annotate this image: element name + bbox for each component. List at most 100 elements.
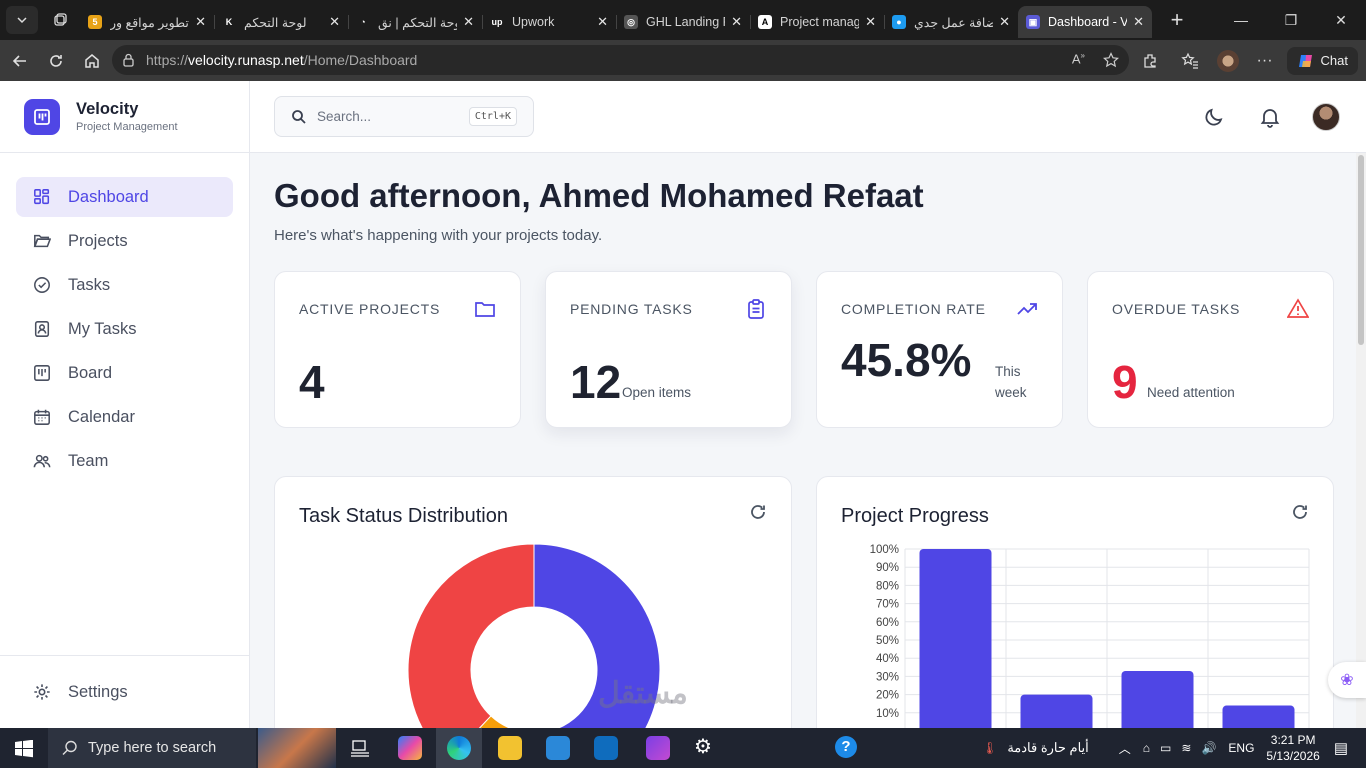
notifications-icon[interactable]: ▤ [1334, 739, 1348, 757]
bell-icon[interactable] [1259, 106, 1281, 128]
stat-label: ACTIVE PROJECTS [299, 301, 441, 317]
progress-bar[interactable] [1020, 694, 1093, 728]
sidebar-item-calendar[interactable]: Calendar [16, 397, 233, 437]
browser-tab[interactable]: 5 تطوير مواقع ور ✕ [80, 6, 214, 38]
tab-favicon-icon: A [758, 15, 772, 29]
visual-studio-icon[interactable] [646, 736, 670, 760]
stat-label: PENDING TASKS [570, 301, 693, 317]
taskbar-search-input[interactable]: Type here to search [48, 728, 256, 768]
browser-tab[interactable]: K لوحة التحكم ✕ [214, 6, 348, 38]
stat-note: Open items [622, 385, 692, 400]
task-view-icon[interactable] [350, 739, 370, 757]
tab-title: Dashboard - V [1048, 15, 1128, 29]
more-menu-icon[interactable]: ··· [1257, 52, 1273, 70]
tab-actions-button[interactable] [6, 6, 38, 34]
browser-tab[interactable]: A Project manag ✕ [750, 6, 884, 38]
sidebar-item-label: Board [68, 363, 113, 382]
brand-subtitle: Project Management [76, 121, 178, 133]
close-window-button[interactable]: ✕ [1316, 0, 1366, 40]
url-field[interactable]: https://velocity.runasp.net/Home/Dashboa… [112, 45, 1129, 75]
tab-title: لوحة التحكم | نق [378, 15, 458, 30]
sidebar-item-board[interactable]: Board [16, 353, 233, 393]
chevron-up-icon[interactable]: ︿ [1119, 740, 1131, 757]
search-placeholder: Search... [317, 109, 372, 124]
browser-tab[interactable]: ◔ لوحة التحكم | نق ✕ [348, 6, 482, 38]
progress-bar[interactable] [1222, 705, 1295, 728]
profile-avatar[interactable] [1216, 49, 1239, 72]
sidebar: Velocity Project Management Dashboard Pro… [0, 81, 250, 728]
network-icon[interactable]: ⌂ [1143, 741, 1150, 755]
sidebar-item-my-tasks[interactable]: My Tasks [16, 309, 233, 349]
browser-tab[interactable]: ▣ Dashboard - V ✕ [1018, 6, 1152, 38]
tab-close-icon[interactable]: ✕ [597, 14, 608, 30]
page-scrollbar[interactable] [1356, 153, 1366, 728]
progress-bar[interactable] [1121, 670, 1194, 728]
favorites-icon[interactable] [1180, 52, 1199, 70]
tab-close-icon[interactable]: ✕ [999, 14, 1010, 30]
new-tab-button[interactable]: + [1162, 5, 1192, 35]
sidebar-item-settings[interactable]: Settings [0, 655, 249, 728]
back-button[interactable] [2, 43, 38, 79]
address-bar-row: https://velocity.runasp.net/Home/Dashboa… [0, 40, 1366, 81]
chevron-down-icon [17, 17, 27, 24]
weather-text[interactable]: أيام حارة قادمة [1007, 740, 1088, 756]
tab-close-icon[interactable]: ✕ [865, 14, 876, 30]
settings-app-icon[interactable]: ⚙ [694, 736, 716, 758]
tab-close-icon[interactable]: ✕ [463, 14, 474, 30]
home-button[interactable] [74, 43, 110, 79]
user-badge-icon [34, 321, 50, 337]
copilot-app-icon[interactable] [398, 736, 422, 760]
brand[interactable]: Velocity Project Management [0, 81, 249, 153]
browser-tab[interactable]: ◎ GHL Landing P ✕ [616, 6, 750, 38]
clipboard-icon [748, 299, 764, 319]
tab-close-icon[interactable]: ✕ [1133, 14, 1144, 30]
extensions-icon[interactable] [1141, 52, 1159, 70]
sidebar-item-dashboard[interactable]: Dashboard [16, 177, 233, 217]
clock[interactable]: 3:21 PM 5/13/2026 [1266, 732, 1319, 764]
help-icon[interactable]: ? [835, 736, 857, 758]
volume-icon[interactable]: 🔊 [1201, 741, 1216, 755]
donut-segment[interactable] [407, 543, 535, 728]
battery-icon[interactable]: ▭ [1160, 741, 1171, 755]
progress-bar[interactable] [919, 549, 992, 728]
wifi-icon[interactable]: ≋ [1181, 741, 1191, 755]
search-shortcut: Ctrl+K [468, 107, 517, 126]
stat-card-pending-tasks: PENDING TASKS 12 Open items [545, 271, 792, 428]
store-icon[interactable] [546, 736, 570, 760]
moon-icon[interactable] [1203, 106, 1225, 128]
tab-close-icon[interactable]: ✕ [195, 14, 206, 30]
edge-app-active[interactable] [436, 728, 482, 768]
refresh-icon[interactable] [749, 503, 767, 521]
folder-icon [475, 302, 495, 317]
windows-start-icon[interactable] [15, 740, 33, 758]
outlook-icon[interactable] [594, 736, 618, 760]
refresh-icon[interactable] [1291, 503, 1309, 521]
sidebar-item-team[interactable]: Team [16, 441, 233, 481]
floating-assistant-button[interactable]: ❀ [1328, 662, 1366, 698]
read-aloud-icon[interactable]: A» [1072, 51, 1085, 66]
star-icon[interactable] [1103, 52, 1119, 68]
user-avatar[interactable] [1312, 103, 1340, 131]
thermometer-icon[interactable]: 🌡 [982, 741, 997, 755]
sidebar-item-projects[interactable]: Projects [16, 221, 233, 261]
workspaces-button[interactable] [44, 6, 76, 34]
stat-value: 12 [570, 356, 622, 408]
search-input[interactable]: Search... Ctrl+K [274, 96, 534, 137]
file-explorer-icon[interactable] [498, 736, 522, 760]
taskbar-search-placeholder: Type here to search [88, 740, 217, 756]
watermark-logo: مستقل [598, 677, 688, 710]
tab-close-icon[interactable]: ✕ [731, 14, 742, 30]
settings-label: Settings [68, 682, 128, 701]
tab-close-icon[interactable]: ✕ [329, 14, 340, 30]
scrollbar-thumb[interactable] [1358, 155, 1364, 345]
search-highlight-image[interactable] [258, 728, 336, 768]
refresh-button[interactable] [38, 43, 74, 79]
language-indicator[interactable]: ENG [1228, 741, 1254, 755]
minimize-button[interactable]: — [1216, 0, 1266, 40]
browser-tab[interactable]: up Upwork ✕ [482, 6, 616, 38]
browser-tab[interactable]: ● إضافة عمل جدي ✕ [884, 6, 1018, 38]
window-controls: — ❐ ✕ [1216, 0, 1366, 40]
restore-button[interactable]: ❐ [1266, 0, 1316, 40]
sidebar-item-tasks[interactable]: Tasks [16, 265, 233, 305]
copilot-chat-button[interactable]: Chat [1286, 46, 1358, 75]
